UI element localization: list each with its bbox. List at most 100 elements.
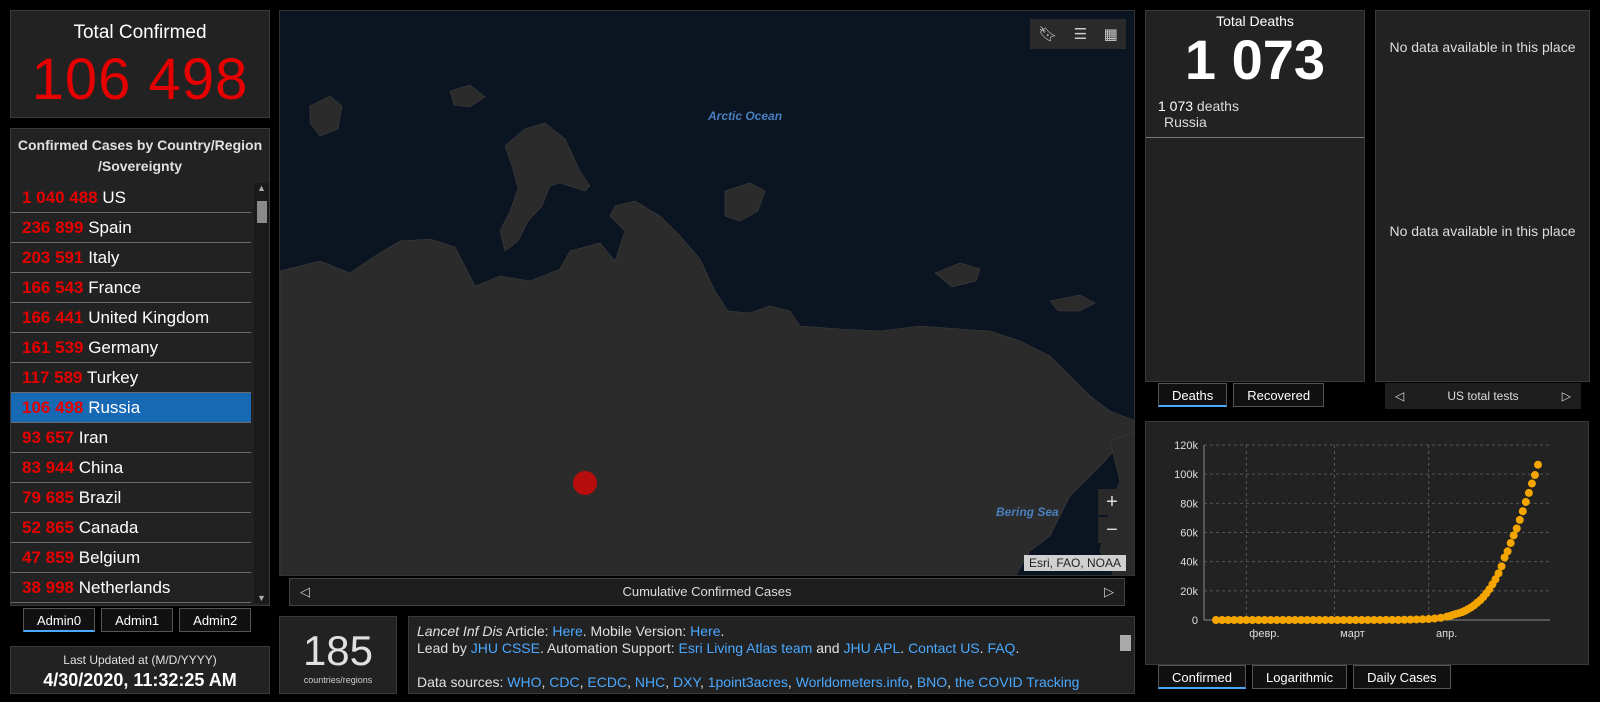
qr-grid-icon[interactable]: ▦ [1104, 25, 1118, 43]
chart-point [1497, 562, 1506, 571]
data-source-link[interactable]: ECDC [587, 674, 627, 690]
jhu-csse-link[interactable]: JHU CSSE [471, 640, 540, 656]
contact-us-link[interactable]: Contact US [908, 640, 980, 656]
chart-point [1534, 460, 1542, 469]
map-caption-bar: ◁ Cumulative Confirmed Cases ▷ [289, 578, 1125, 606]
data-source-link[interactable]: the COVID Tracking [955, 674, 1080, 690]
total-confirmed-value: 106 498 [31, 47, 249, 112]
country-list-item[interactable]: 203 591 Italy [11, 243, 251, 273]
article-link[interactable]: Here [552, 623, 582, 639]
info-line-3: Data sources: WHO, CDC, ECDC, NHC, DXY, … [417, 674, 1080, 690]
last-updated-label: Last Updated at (M/D/YYYY) [63, 653, 217, 667]
tests-panel: No data available in this place No data … [1375, 10, 1590, 382]
country-name: Canada [78, 518, 139, 537]
info-scrollbar[interactable] [1118, 619, 1132, 691]
country-case-count: 47 859 [22, 548, 74, 567]
country-name: Brazil [78, 488, 122, 507]
country-list-item[interactable]: 79 685 Brazil [11, 483, 251, 513]
chart-point [1515, 515, 1524, 524]
chart-point [1494, 569, 1503, 578]
country-name: US [102, 188, 126, 207]
country-list-item[interactable]: 52 865 Canada [11, 513, 251, 543]
zoom-in-button[interactable]: + [1098, 489, 1126, 515]
tab-recovered[interactable]: Recovered [1233, 383, 1325, 407]
tab-admin0[interactable]: Admin0 [23, 608, 96, 632]
y-tick-label: 40k [1180, 557, 1198, 569]
data-source-link[interactable]: BNO [917, 674, 947, 690]
chart-point [1530, 471, 1539, 480]
island-svalbard [309, 95, 343, 137]
country-list-item[interactable]: 1 040 488 US [11, 183, 251, 213]
chevron-right-icon[interactable]: ▷ [1104, 579, 1114, 605]
lancet-label: Lancet Inf Dis [417, 623, 503, 639]
tab-daily-cases[interactable]: Daily Cases [1353, 665, 1451, 689]
country-name: Spain [88, 218, 132, 237]
country-case-count: 203 591 [22, 248, 84, 267]
country-list-item[interactable]: 166 441 United Kingdom [11, 303, 251, 333]
data-source-link[interactable]: DXY [673, 674, 700, 690]
map-canvas [280, 84, 1134, 575]
jhu-apl-link[interactable]: JHU APL [843, 640, 900, 656]
faq-link[interactable]: FAQ [987, 640, 1015, 656]
country-list-item[interactable]: 38 998 Netherlands [11, 573, 251, 603]
country-case-count: 166 543 [22, 278, 84, 297]
tab-confirmed[interactable]: Confirmed [1158, 665, 1246, 689]
map-view[interactable]: Arctic Ocean Bering Sea 🔖︎ ☰ ▦ + − Esri,… [279, 10, 1135, 576]
chevron-left-icon[interactable]: ◁ [300, 579, 310, 605]
bookmark-icon[interactable]: 🔖︎ [1038, 25, 1057, 43]
mobile-version-link[interactable]: Here [690, 623, 720, 639]
data-source-link[interactable]: CDC [549, 674, 579, 690]
map-toolbar: 🔖︎ ☰ ▦ [1030, 19, 1126, 49]
tab-admin2[interactable]: Admin2 [179, 608, 252, 632]
info-scrollbar-thumb[interactable] [1120, 635, 1131, 651]
last-updated-value: 4/30/2020, 11:32:25 AM [43, 670, 237, 690]
x-tick-label: апр. [1436, 628, 1457, 640]
data-source-link[interactable]: 1point3acres [708, 674, 788, 690]
chevron-left-icon[interactable]: ◁ [1395, 383, 1404, 409]
total-confirmed-label: Total Confirmed [73, 22, 207, 43]
data-source-link[interactable]: Worldometers.info [796, 674, 909, 690]
country-list-item[interactable]: 93 657 Iran [11, 423, 251, 453]
country-list-item[interactable]: 83 944 China [11, 453, 251, 483]
confirmed-cases-marker [573, 471, 597, 495]
country-list-item[interactable]: 161 539 Germany [11, 333, 251, 363]
list-icon[interactable]: ☰ [1074, 25, 1087, 43]
admin-tabs: Admin0 Admin1 Admin2 [23, 608, 257, 632]
scroll-up-icon[interactable]: ▲ [254, 183, 269, 193]
country-case-count: 236 899 [22, 218, 84, 237]
island-wrangel [1049, 294, 1096, 312]
info-line-1: Lancet Inf Dis Article: Here. Mobile Ver… [417, 623, 725, 639]
chart-point [1512, 524, 1521, 533]
country-list-item[interactable]: 236 899 Spain [11, 213, 251, 243]
zoom-out-button[interactable]: − [1098, 517, 1126, 543]
no-data-text-1: No data available in this place [1389, 39, 1576, 55]
scroll-down-icon[interactable]: ▼ [254, 593, 269, 603]
country-list-item[interactable]: 117 589 Turkey [11, 363, 251, 393]
country-list-item[interactable]: 166 543 France [11, 273, 251, 303]
country-list-scrollbar[interactable]: ▲ ▼ [254, 183, 269, 603]
no-data-text-2: No data available in this place [1389, 223, 1576, 239]
country-case-count: 79 685 [22, 488, 74, 507]
scrollbar-thumb[interactable] [257, 201, 267, 223]
country-case-count: 93 657 [22, 428, 74, 447]
tab-deaths[interactable]: Deaths [1158, 383, 1228, 407]
country-list-panel: Confirmed Cases by Country/Region /Sover… [10, 128, 270, 606]
country-name: France [88, 278, 142, 297]
island-novaya-zemlya [499, 122, 591, 252]
country-case-count: 106 498 [22, 398, 84, 417]
chart-point [1524, 488, 1533, 497]
country-case-count: 83 944 [22, 458, 74, 477]
chevron-right-icon[interactable]: ▷ [1562, 383, 1571, 409]
data-source-link[interactable]: WHO [507, 674, 541, 690]
data-source-link[interactable]: NHC [635, 674, 665, 690]
esri-living-atlas-link[interactable]: Esri Living Atlas team [678, 640, 812, 656]
map-attribution: Esri, FAO, NOAA [1023, 555, 1126, 571]
info-line-2: Lead by JHU CSSE. Automation Support: Es… [417, 640, 1020, 656]
confirmed-chart-panel: 0 20k 40k 60k 80k 100k 120k февр. март апр. [1145, 421, 1589, 665]
country-list-item[interactable]: 47 859 Belgium [11, 543, 251, 573]
country-list-item[interactable]: 106 498 Russia [11, 393, 251, 423]
country-case-count: 166 441 [22, 308, 84, 327]
country-name: Belgium [78, 548, 141, 567]
tab-admin1[interactable]: Admin1 [101, 608, 174, 632]
tab-logarithmic[interactable]: Logarithmic [1251, 665, 1348, 689]
